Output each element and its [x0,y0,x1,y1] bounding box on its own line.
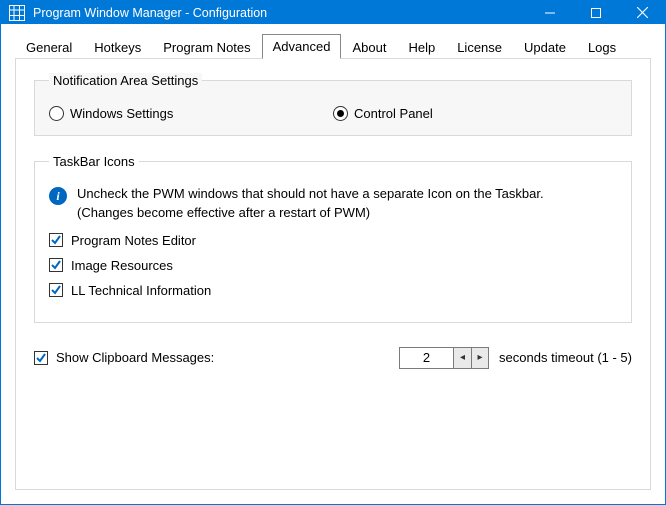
checkbox-image-resources[interactable] [49,258,63,272]
app-window: Program Window Manager - Configuration G… [0,0,666,505]
checkbox-image-resources-label: Image Resources [71,258,173,273]
checkbox-show-clipboard[interactable] [34,351,48,365]
tab-hotkeys[interactable]: Hotkeys [83,35,152,59]
tab-strip: General Hotkeys Program Notes Advanced A… [15,34,651,59]
close-button[interactable] [619,1,665,24]
titlebar[interactable]: Program Window Manager - Configuration [1,1,665,24]
notification-group: Notification Area Settings Windows Setti… [34,73,632,136]
clipboard-row: Show Clipboard Messages: 2 ◂ ▸ seconds t… [34,347,632,369]
timeout-spinner[interactable]: 2 ◂ ▸ [399,347,489,369]
spinner-down-icon[interactable]: ◂ [454,348,471,368]
window-controls [527,1,665,24]
window-title: Program Window Manager - Configuration [33,6,527,20]
info-icon: i [49,187,67,205]
taskbar-info-line2: (Changes become effective after a restar… [77,205,370,220]
taskbar-info-text: Uncheck the PWM windows that should not … [77,185,544,223]
client-area: General Hotkeys Program Notes Advanced A… [1,24,665,504]
tab-license[interactable]: License [446,35,513,59]
tab-help[interactable]: Help [397,35,446,59]
taskbar-legend: TaskBar Icons [49,154,139,169]
checkbox-ll-technical-information-label: LL Technical Information [71,283,211,298]
tab-general[interactable]: General [15,35,83,59]
tab-advanced[interactable]: Advanced [262,34,342,59]
timeout-value[interactable]: 2 [400,348,454,368]
tab-logs[interactable]: Logs [577,35,627,59]
tab-panel-advanced: Notification Area Settings Windows Setti… [15,58,651,490]
taskbar-info: i Uncheck the PWM windows that should no… [49,185,617,223]
taskbar-group: TaskBar Icons i Uncheck the PWM windows … [34,154,632,323]
notification-radio-row: Windows Settings Control Panel [49,106,617,121]
maximize-button[interactable] [573,1,619,24]
spinner-up-icon[interactable]: ▸ [471,348,488,368]
clipboard-label: Show Clipboard Messages: [56,350,399,365]
timeout-suffix: seconds timeout (1 - 5) [499,350,632,365]
radio-windows-settings[interactable] [49,106,64,121]
app-icon [9,5,25,21]
radio-windows-settings-label: Windows Settings [70,106,173,121]
notification-legend: Notification Area Settings [49,73,202,88]
radio-control-panel-label: Control Panel [354,106,433,121]
minimize-button[interactable] [527,1,573,24]
taskbar-info-line1: Uncheck the PWM windows that should not … [77,186,544,201]
checkbox-ll-technical-information[interactable] [49,283,63,297]
radio-control-panel[interactable] [333,106,348,121]
tab-program-notes[interactable]: Program Notes [152,35,261,59]
tab-about[interactable]: About [341,35,397,59]
tab-update[interactable]: Update [513,35,577,59]
checkbox-program-notes-editor-label: Program Notes Editor [71,233,196,248]
checkbox-program-notes-editor[interactable] [49,233,63,247]
